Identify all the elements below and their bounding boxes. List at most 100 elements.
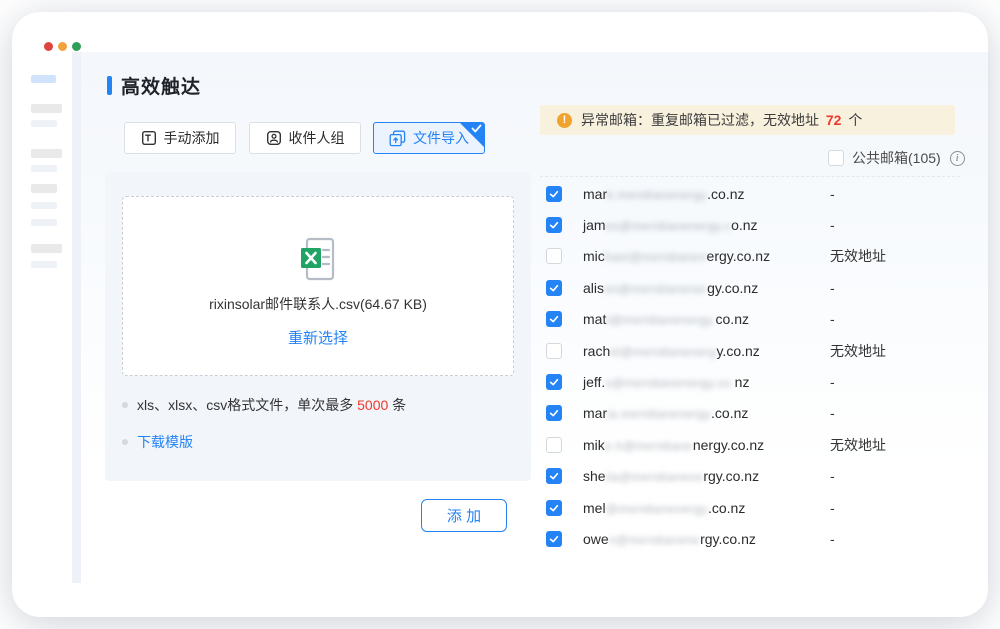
email-status: -	[830, 531, 835, 547]
blurred-text: @meridianenergy	[606, 502, 708, 516]
bullet-icon	[122, 439, 128, 445]
download-template-link[interactable]: 下载模版	[137, 432, 193, 452]
blurred-text: ila@meridianene	[606, 470, 704, 484]
reselect-file-link[interactable]: 重新选择	[288, 327, 348, 348]
public-mailbox-checkbox[interactable]	[828, 150, 844, 166]
check-icon	[548, 282, 560, 294]
page-title: 高效触达	[121, 72, 201, 99]
check-icon	[548, 313, 560, 325]
email-checkbox[interactable]	[546, 343, 562, 359]
email-address: sheila@meridianenergy.co.nz	[583, 468, 759, 484]
email-checkbox[interactable]	[546, 500, 562, 516]
email-address: mike.h@meridianenergy.co.nz	[583, 437, 764, 453]
blurred-text: on@meridianener	[604, 282, 707, 296]
email-checkbox[interactable]	[546, 531, 562, 547]
sidebar-skeleton-bar	[31, 261, 57, 268]
email-status: -	[830, 500, 835, 516]
tab-label: 手动添加	[164, 128, 220, 148]
max-count: 5000	[357, 397, 388, 413]
email-list: mark.meridianenergy.co.nz - james@meridi…	[540, 176, 960, 555]
tab-file-import[interactable]: 文件导入	[373, 122, 485, 154]
email-row: owen@meridianenergy.co.nz -	[540, 523, 960, 554]
blurred-text: k.meridianenergy	[607, 188, 707, 202]
email-address: owen@meridianenergy.co.nz	[583, 531, 756, 547]
blurred-text: e.h@meridiane	[605, 439, 693, 453]
email-status: -	[830, 405, 835, 421]
title-accent-bar	[107, 76, 112, 95]
email-row: mike.h@meridianenergy.co.nz 无效地址	[540, 429, 960, 460]
email-checkbox[interactable]	[546, 311, 562, 327]
sidebar-skeleton-bar	[31, 149, 62, 158]
email-address: matt@meridianenergy.co.nz	[583, 311, 749, 327]
check-icon	[548, 533, 560, 545]
window-controls	[44, 42, 81, 51]
email-checkbox[interactable]	[546, 217, 562, 233]
email-checkbox[interactable]	[546, 186, 562, 202]
window-zoom-button[interactable]	[72, 42, 81, 51]
uploaded-file-name: rixinsolar邮件联系人.csv(64.67 KB)	[123, 294, 513, 314]
blurred-text: es@meridianenergy.c	[606, 219, 732, 233]
email-status: -	[830, 468, 835, 484]
file-import-icon	[389, 130, 406, 147]
sidebar-skeleton-bar	[31, 202, 57, 209]
check-icon	[471, 124, 482, 134]
format-hint: xls、xlsx、csv格式文件，单次最多 5000 条	[122, 395, 406, 415]
sidebar-skeleton-bar	[31, 219, 57, 226]
email-status: 无效地址	[830, 246, 886, 266]
email-row: rachel@meridianenergy.co.nz 无效地址	[540, 335, 960, 366]
add-button[interactable]: 添 加	[421, 499, 507, 532]
blurred-text: s@meridianenergy.co.	[605, 376, 734, 390]
excel-file-icon	[298, 237, 338, 281]
email-address: mark.meridianenergy.co.nz	[583, 186, 745, 202]
email-checkbox[interactable]	[546, 468, 562, 484]
email-row: maria.meridianenergy.co.nz -	[540, 398, 960, 429]
email-row: alison@meridianenergy.co.nz -	[540, 272, 960, 303]
check-icon	[548, 188, 560, 200]
invalid-count: 72	[823, 112, 845, 128]
upload-dropzone[interactable]: rixinsolar邮件联系人.csv(64.67 KB) 重新选择	[122, 196, 514, 376]
warning-text: 异常邮箱：重复邮箱已过滤，无效地址 72 个	[581, 110, 862, 130]
check-icon	[548, 219, 560, 231]
blurred-text: n@meridianene	[609, 533, 700, 547]
check-icon	[548, 502, 560, 514]
blurred-text: hael@meridianen	[605, 250, 707, 264]
sidebar-skeleton-bar	[31, 244, 62, 253]
warning-banner: ! 异常邮箱：重复邮箱已过滤，无效地址 72 个	[540, 105, 955, 135]
email-checkbox[interactable]	[546, 280, 562, 296]
window-minimize-button[interactable]	[58, 42, 67, 51]
email-address: maria.meridianenergy.co.nz	[583, 405, 748, 421]
email-status: 无效地址	[830, 341, 886, 361]
blurred-text: ia.meridianenergy	[607, 407, 711, 421]
email-row: sheila@meridianenergy.co.nz -	[540, 461, 960, 492]
email-row: michael@meridianenergy.co.nz 无效地址	[540, 241, 960, 272]
screen: 高效触达 手动添加 收件人组 文件导入	[0, 0, 1000, 629]
email-row: jeff.s@meridianenergy.co.nz -	[540, 366, 960, 397]
warning-icon: !	[557, 113, 572, 128]
email-address: rachel@meridianenergy.co.nz	[583, 343, 760, 359]
email-checkbox[interactable]	[546, 405, 562, 421]
bullet-icon	[122, 402, 128, 408]
public-mailbox-row: 公共邮箱(105) i	[822, 148, 965, 168]
email-address: alison@meridianenergy.co.nz	[583, 280, 758, 296]
manual-add-icon	[141, 130, 157, 146]
sidebar-divider	[72, 52, 81, 583]
email-status: 无效地址	[830, 435, 886, 455]
tab-label: 收件人组	[289, 128, 345, 148]
email-status: -	[830, 374, 835, 390]
tab-recipient-group[interactable]: 收件人组	[249, 122, 361, 154]
email-status: -	[830, 217, 835, 233]
tab-manual-add[interactable]: 手动添加	[124, 122, 236, 154]
email-status: -	[830, 186, 835, 202]
window-close-button[interactable]	[44, 42, 53, 51]
email-address: jeff.s@meridianenergy.co.nz	[583, 374, 749, 390]
sidebar-skeleton-bar	[31, 75, 56, 83]
template-hint: 下载模版	[122, 432, 193, 452]
email-status: -	[830, 311, 835, 327]
blurred-text: el@meridianenerg	[610, 345, 716, 359]
format-hint-text: xls、xlsx、csv格式文件，单次最多 5000 条	[137, 395, 406, 415]
info-icon[interactable]: i	[950, 151, 965, 166]
email-checkbox[interactable]	[546, 374, 562, 390]
email-checkbox[interactable]	[546, 437, 562, 453]
check-icon	[548, 407, 560, 419]
email-checkbox[interactable]	[546, 248, 562, 264]
